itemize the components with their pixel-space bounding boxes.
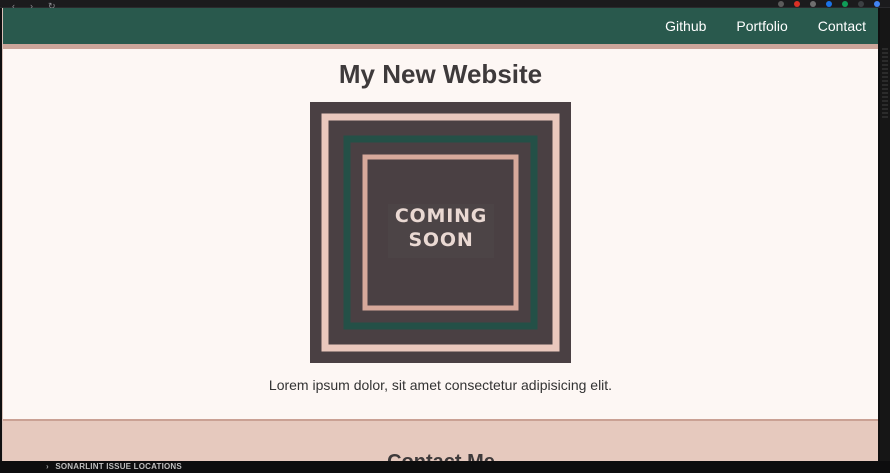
forward-icon[interactable]: ›: [30, 1, 38, 11]
soon-text: SOON: [408, 229, 474, 251]
ide-panel-header: › SONARLINT ISSUE LOCATIONS: [0, 461, 890, 473]
browser-toolbar: ‹ › ↻: [0, 0, 890, 11]
coming-soon-image: COMING SOON: [310, 102, 571, 363]
extension-icon[interactable]: [874, 0, 880, 7]
minimap: [882, 48, 888, 118]
extensions-bar: [778, 0, 880, 7]
extension-icon[interactable]: [842, 0, 848, 7]
extension-icon[interactable]: [810, 0, 816, 7]
contact-heading: Contact Me: [3, 451, 878, 461]
back-icon[interactable]: ‹: [12, 1, 20, 11]
contact-section: Contact Me: [3, 419, 878, 461]
editor-side-strip: [880, 8, 890, 473]
web-page-viewport: Github Portfolio Contact My New Website …: [2, 8, 878, 461]
coming-soon-label: COMING SOON: [388, 204, 494, 258]
intro-paragraph: Lorem ipsum dolor, sit amet consectetur …: [268, 377, 613, 393]
coming-text: COMING: [394, 205, 488, 227]
site-header-nav: Github Portfolio Contact: [3, 8, 878, 49]
reload-icon[interactable]: ↻: [48, 1, 56, 11]
browser-nav-controls: ‹ › ↻: [12, 1, 56, 11]
extension-icon[interactable]: [794, 0, 800, 7]
nav-link-portfolio[interactable]: Portfolio: [736, 19, 787, 33]
page-title: My New Website: [338, 59, 543, 89]
extension-icon[interactable]: [826, 0, 832, 7]
extension-icon[interactable]: [858, 0, 864, 7]
nav-link-contact[interactable]: Contact: [818, 19, 866, 33]
panel-title: SONARLINT ISSUE LOCATIONS: [55, 462, 182, 471]
nav-link-github[interactable]: Github: [665, 19, 706, 33]
chevron-right-icon[interactable]: ›: [46, 462, 49, 471]
extension-icon[interactable]: [778, 0, 784, 7]
